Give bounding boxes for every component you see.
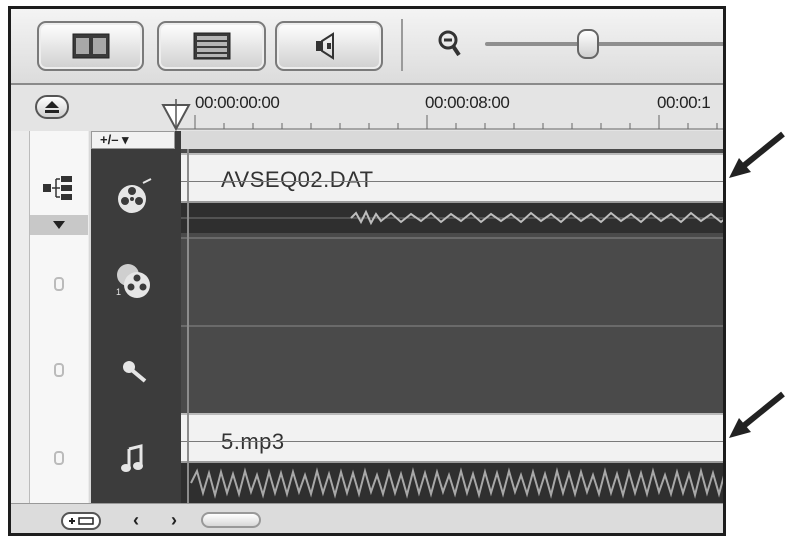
lane-divider [181, 325, 723, 327]
track-gutter-inner [29, 131, 88, 503]
svg-text:1: 1 [116, 287, 121, 297]
timeline-view-icon [193, 32, 230, 60]
eject-icon [45, 101, 59, 113]
callout-arrow [729, 391, 785, 438]
waveform [190, 467, 723, 499]
playhead-line [187, 149, 189, 503]
storyboard-view-button[interactable] [37, 21, 144, 71]
lane-divider [181, 237, 723, 239]
track-manager-icon[interactable] [42, 175, 74, 201]
music-note-icon[interactable] [115, 439, 155, 479]
timecode-ruler-row: 00:00:00:00 00:00:08:00 00:00:1 [11, 85, 723, 131]
track-header-column: 1 [91, 131, 181, 503]
microphone-icon[interactable] [115, 351, 155, 391]
video-clip[interactable]: AVSEQ02.DAT [181, 153, 723, 203]
music-clip-name: 5.mp3 [221, 429, 285, 454]
fit-project-button[interactable] [61, 512, 101, 530]
timeline-view-button[interactable] [157, 21, 266, 71]
add-remove-track-button[interactable]: +/– ▾ [91, 131, 175, 149]
video-clip-name: AVSEQ02.DAT [221, 167, 374, 192]
callout-arrow [729, 131, 785, 178]
chevron-down-icon [53, 221, 65, 229]
overlay-track-icon[interactable]: 1 [115, 261, 155, 301]
lock-icon[interactable] [54, 451, 64, 465]
music-clip[interactable]: 5.mp3 [181, 413, 723, 463]
timecode-ruler[interactable]: 00:00:00:00 00:00:08:00 00:00:1 [175, 85, 723, 131]
timeline-tracks[interactable]: AVSEQ02.DAT 5.mp3 [181, 149, 723, 503]
zoom-out-icon[interactable] [437, 29, 463, 59]
video-audio-waveform [181, 203, 723, 233]
eject-button[interactable] [35, 95, 69, 119]
fit-icon [69, 517, 94, 525]
storyboard-icon [72, 33, 109, 59]
scroll-left-button[interactable]: ‹ [133, 510, 139, 531]
video-track-icon[interactable] [115, 177, 155, 217]
clip-volume-line [181, 181, 723, 182]
waveform [181, 209, 723, 226]
timeline-footer: ‹ › [11, 503, 723, 533]
lock-icon[interactable] [54, 277, 64, 291]
speaker-icon [316, 32, 334, 60]
timecode-label: 00:00:08:00 [425, 93, 510, 112]
music-waveform [181, 463, 723, 503]
zoom-slider-thumb[interactable] [577, 29, 599, 59]
timeline-window: 00:00:00:00 00:00:08:00 00:00:1 1 +/– ▾ … [8, 6, 726, 536]
zoom-slider-track[interactable] [485, 42, 723, 46]
horizontal-scrollbar-thumb[interactable] [201, 512, 261, 528]
track-expand-toggle[interactable] [30, 215, 88, 235]
track-gutter [11, 131, 89, 503]
playhead-marker[interactable] [161, 99, 191, 131]
toolbar-divider [401, 19, 403, 71]
lock-icon[interactable] [54, 363, 64, 377]
toolbar [11, 9, 723, 85]
audio-view-button[interactable] [275, 21, 383, 71]
scroll-right-button[interactable]: › [171, 510, 177, 531]
timecode-label: 00:00:00:00 [195, 93, 280, 112]
clip-volume-line [181, 441, 723, 442]
timecode-label: 00:00:1 [657, 93, 711, 112]
